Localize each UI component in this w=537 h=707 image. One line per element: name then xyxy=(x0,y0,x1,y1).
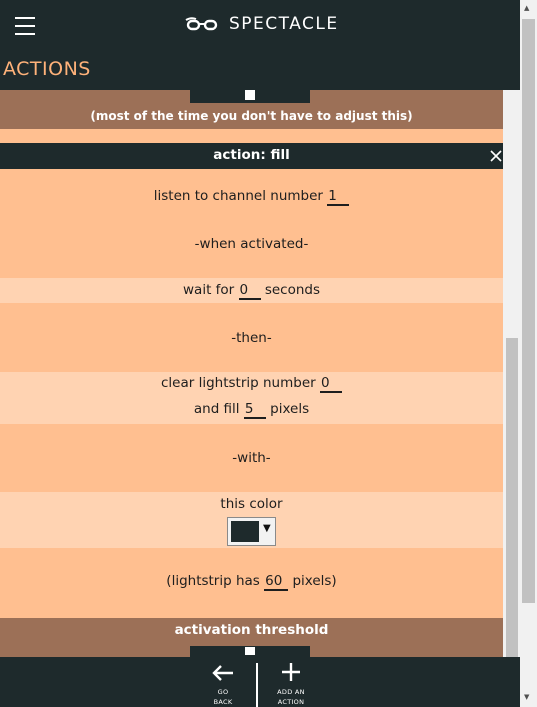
pixel-count-label: (lightstrip has xyxy=(166,573,260,589)
clear-row: clear lightstrip number 0 xyxy=(0,375,503,393)
fill-row: and fill 5 pixels xyxy=(0,401,503,419)
hamburger-menu-icon[interactable] xyxy=(15,17,35,35)
clear-input[interactable]: 0 xyxy=(320,376,342,393)
threshold-title: activation threshold xyxy=(174,622,329,638)
with-label: -with- xyxy=(232,450,271,466)
pixel-count-suffix: pixels) xyxy=(292,573,337,589)
fill-input[interactable]: 5 xyxy=(243,402,266,419)
when-activated-label: -when activated- xyxy=(194,236,309,252)
wait-row: wait for 0 seconds xyxy=(0,282,503,300)
page-scrollbar[interactable]: ▲ ▼ xyxy=(520,0,537,707)
close-icon[interactable] xyxy=(489,148,503,162)
channel-input[interactable]: 1 xyxy=(327,189,350,206)
page-title: ACTIONS xyxy=(3,58,91,80)
wait-suffix: seconds xyxy=(264,282,320,298)
fill-suffix: pixels xyxy=(270,401,310,417)
channel-row: listen to channel number 1 xyxy=(0,188,503,206)
glasses-icon xyxy=(185,16,219,32)
arrow-left-icon xyxy=(212,665,233,681)
app-name: SPECTACLE xyxy=(229,14,339,34)
slider-handle[interactable] xyxy=(245,90,255,100)
wait-input[interactable]: 0 xyxy=(238,283,261,300)
page-scrollbar-thumb[interactable] xyxy=(522,19,535,603)
color-label: this color xyxy=(220,496,283,512)
wait-label: wait for xyxy=(183,282,235,298)
go-back-label: GO BACK xyxy=(213,688,233,706)
clear-label: clear lightstrip number xyxy=(161,375,316,391)
channel-label: listen to channel number xyxy=(153,188,323,204)
scroll-up-icon[interactable]: ▲ xyxy=(524,4,529,12)
then-label: -then- xyxy=(231,330,272,346)
add-action-label: ADD AN ACTION xyxy=(277,688,305,706)
action-title: action: fill xyxy=(213,147,290,163)
color-picker[interactable]: ▼ xyxy=(227,517,276,546)
threshold-handle[interactable] xyxy=(245,647,255,655)
app-window: SPECTACLE ACTIONS (most of the time you … xyxy=(0,0,520,707)
color-swatch xyxy=(231,521,259,542)
pixel-count-input[interactable]: 60 xyxy=(264,574,289,591)
pixel-count-row: (lightstrip has 60 pixels) xyxy=(0,573,503,591)
adjust-note: (most of the time you don't have to adju… xyxy=(90,109,413,123)
top-bar: SPECTACLE ACTIONS xyxy=(0,0,520,90)
bottom-bar: GO BACK ADD AN ACTION xyxy=(0,657,520,707)
inner-scrollbar-thumb[interactable] xyxy=(506,338,518,657)
scroll-down-icon[interactable]: ▼ xyxy=(524,693,529,701)
plus-icon xyxy=(282,663,300,681)
triangle-down-icon: ▼ xyxy=(263,523,271,534)
fill-label: and fill xyxy=(193,401,240,417)
add-action-button[interactable]: ADD AN ACTION xyxy=(256,657,326,707)
go-back-button[interactable]: GO BACK xyxy=(188,657,258,707)
app-logo: SPECTACLE xyxy=(185,14,339,34)
